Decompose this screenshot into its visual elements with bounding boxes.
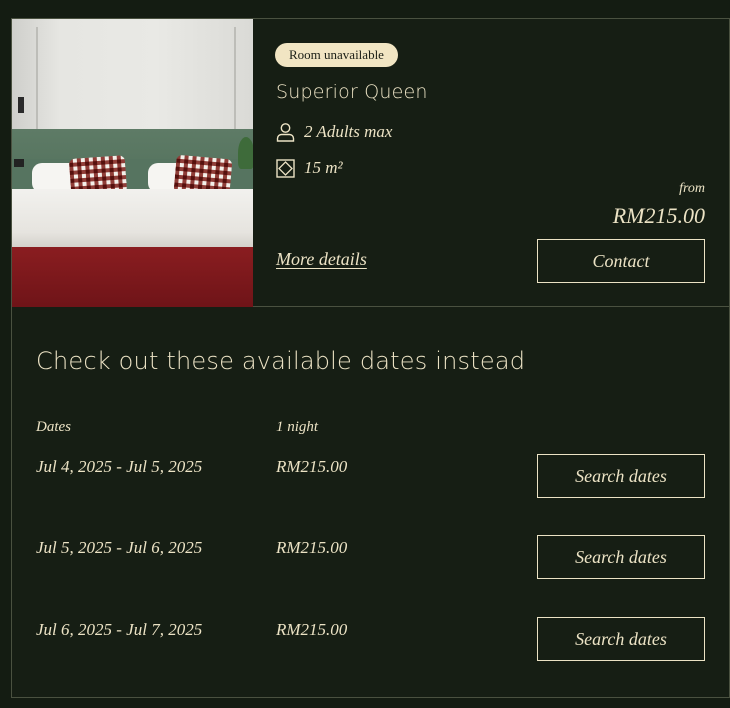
room-summary: Room unavailable Superior Queen 2 Adults… (12, 19, 729, 307)
area-icon (276, 158, 295, 178)
search-dates-button[interactable]: Search dates (537, 454, 705, 498)
status-badge: Room unavailable (275, 43, 398, 67)
capacity-text: 2 Adults max (304, 122, 393, 141)
size-text: 15 m² (304, 158, 343, 177)
price-prefix: from (679, 181, 705, 196)
search-dates-button[interactable]: Search dates (537, 617, 705, 661)
more-details-link[interactable]: More details (276, 249, 367, 270)
alt-price: RM215.00 (276, 538, 348, 557)
alt-dates: Jul 4, 2025 - Jul 5, 2025 (36, 457, 203, 476)
alternatives-heading: Check out these available dates instead (36, 347, 526, 375)
room-card: Room unavailable Superior Queen 2 Adults… (11, 18, 730, 698)
room-title: Superior Queen (276, 81, 428, 103)
search-dates-button[interactable]: Search dates (537, 535, 705, 579)
capacity-feature: 2 Adults max (276, 121, 392, 143)
room-price: RM215.00 (612, 203, 705, 228)
dates-column-header: Dates (36, 419, 71, 435)
room-photo (12, 19, 253, 307)
alt-dates: Jul 5, 2025 - Jul 6, 2025 (36, 538, 203, 557)
person-icon (276, 123, 295, 142)
size-feature: 15 m² (276, 157, 343, 179)
alt-price: RM215.00 (276, 620, 348, 639)
alt-dates: Jul 6, 2025 - Jul 7, 2025 (36, 620, 203, 639)
contact-button[interactable]: Contact (537, 239, 705, 283)
alt-price: RM215.00 (276, 457, 348, 476)
nights-column-header: 1 night (276, 419, 319, 435)
